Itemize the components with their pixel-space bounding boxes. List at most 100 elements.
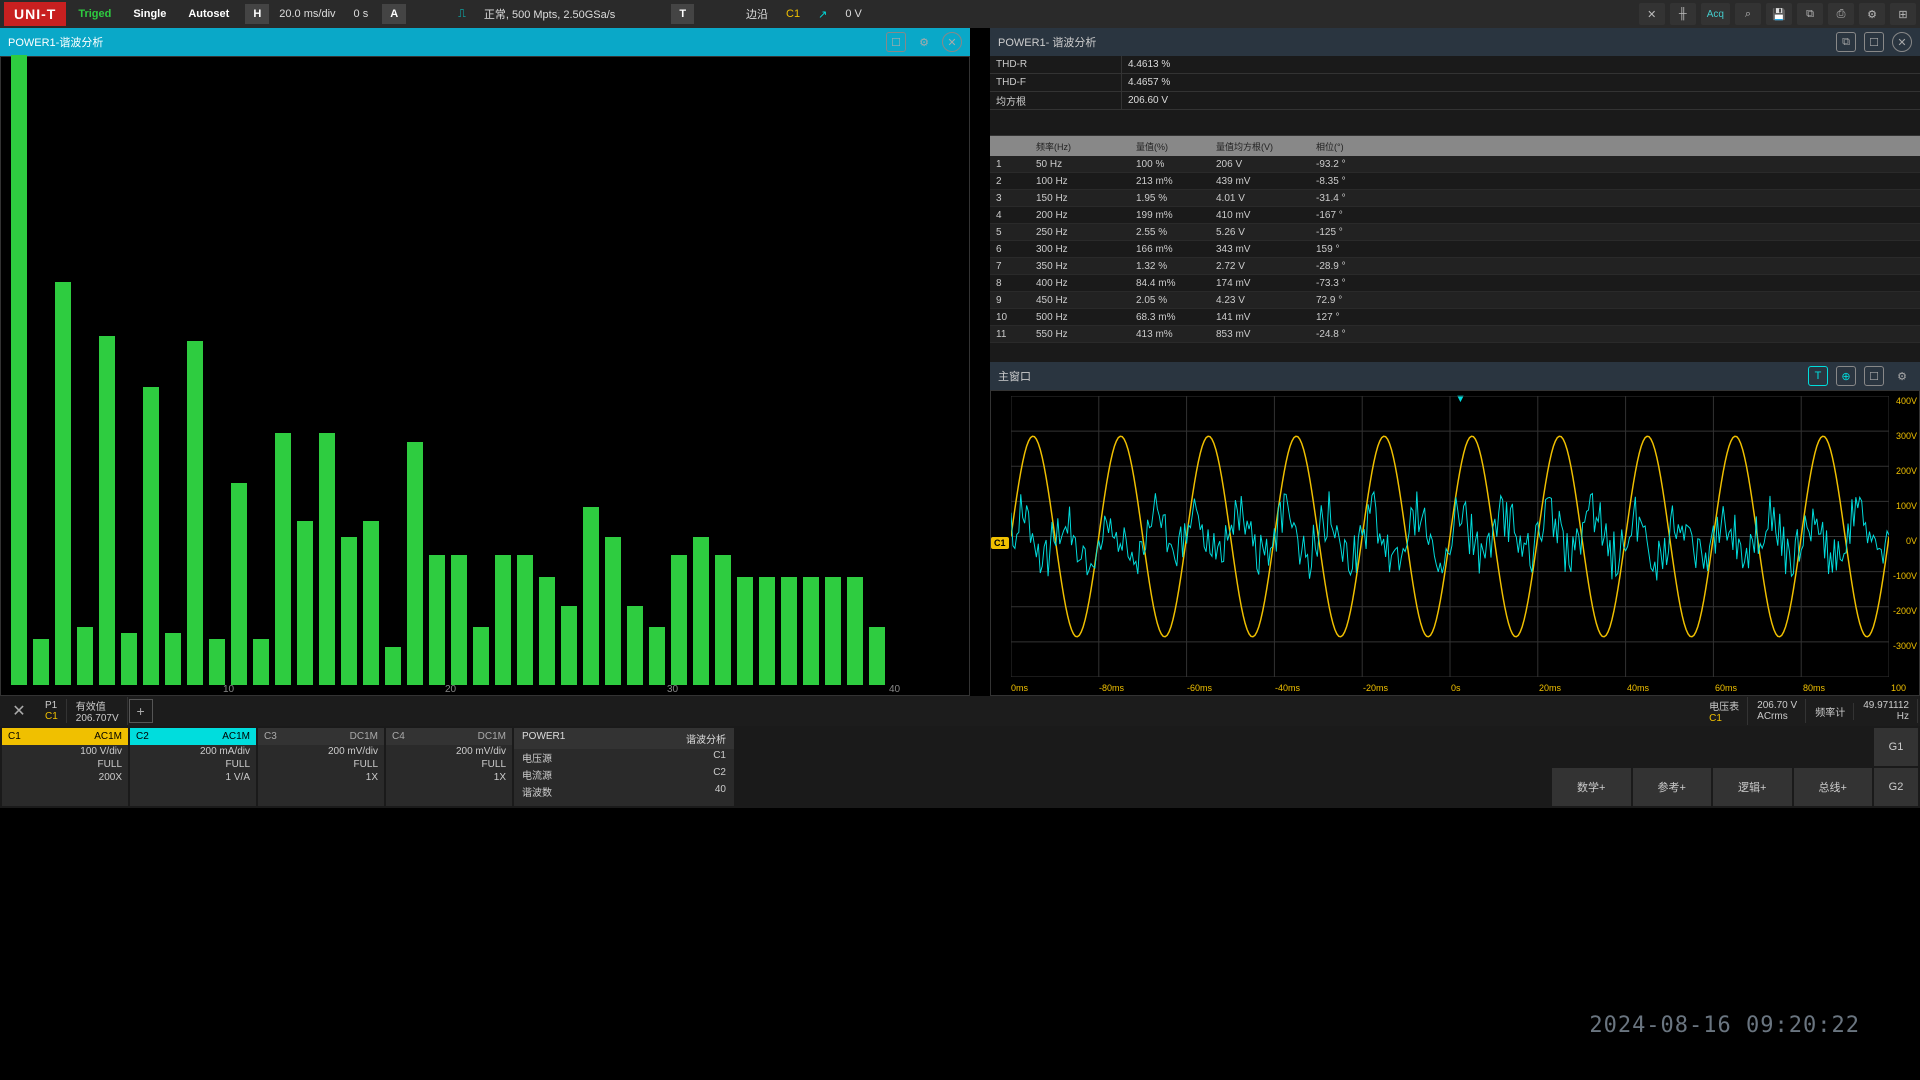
channel-c2[interactable]: C2AC1M 200 mA/div FULL 1 V/A [130, 728, 256, 806]
layout-icon[interactable]: ⊞ [1890, 3, 1916, 25]
measurement-rms[interactable]: 有效值 206.707V [68, 697, 128, 725]
harmonic-table[interactable]: 频率(Hz) 量值(%) 量值均方根(V) 相位(°) 150 Hz100 %2… [990, 136, 1920, 362]
zoom-in-icon[interactable]: ⊕ [1836, 366, 1856, 386]
g2-button[interactable]: G2 [1874, 768, 1918, 806]
table-row[interactable]: 2100 Hz213 m%439 mV-8.35 ° [990, 173, 1920, 190]
acq-button[interactable]: Acq [1701, 3, 1730, 25]
logic-button[interactable]: 逻辑+ [1713, 768, 1792, 806]
measure-icon[interactable]: ╫ [1670, 3, 1696, 25]
harmonic-bar [473, 627, 489, 685]
popout-icon[interactable]: ⧉ [1836, 32, 1856, 52]
waveform-header: 主窗口 T ⊕ ☐ ⚙ [990, 362, 1920, 390]
trigger-channel[interactable]: C1 [778, 4, 808, 24]
screenshot-icon[interactable]: ⧉ [1797, 3, 1823, 25]
channel-marker-c1[interactable]: C1 [991, 537, 1009, 549]
harmonic-bar [407, 442, 423, 685]
single-button[interactable]: Single [123, 4, 176, 24]
x-axis-tick: 80ms [1803, 683, 1825, 693]
table-row[interactable]: 6300 Hz166 m%343 mV159 ° [990, 241, 1920, 258]
x-axis-tick: -60ms [1187, 683, 1212, 693]
ref-button[interactable]: 参考+ [1633, 768, 1712, 806]
timebase-value[interactable]: 20.0 ms/div [271, 4, 343, 24]
triged-button[interactable]: Triged [68, 4, 121, 24]
harmonic-bar [99, 336, 115, 686]
trigger-indicator[interactable]: T [671, 4, 694, 24]
waveform-display[interactable]: C1 ▼ 400V300V200V100V0V-100V-200V-300V 0… [990, 390, 1920, 696]
channel-c3[interactable]: C3DC1M 200 mV/div FULL 1X [258, 728, 384, 806]
acquisition-mode[interactable]: 正常, 500 Mpts, 2.50GSa/s [476, 2, 623, 26]
table-row[interactable]: 7350 Hz1.32 %2.72 V-28.9 ° [990, 258, 1920, 275]
measurement-p1[interactable]: P1 C1 [37, 699, 67, 723]
table-panel-header: POWER1- 谐波分析 ⧉ ☐ ✕ [990, 28, 1920, 56]
summary-row: THD-R4.4613 % [990, 56, 1920, 74]
waveform-title: 主窗口 [998, 364, 1800, 388]
voltmeter-readout[interactable]: 电压表 C1 [1701, 697, 1748, 725]
table-row[interactable]: 4200 Hz199 m%410 mV-167 ° [990, 207, 1920, 224]
harmonic-bar-chart[interactable]: 10 20 30 40 [0, 56, 970, 696]
harmonic-bar [517, 555, 533, 685]
x-axis-tick: 0ms [1011, 683, 1028, 693]
cursor-icon[interactable]: ✕ [1639, 3, 1665, 25]
settings-icon[interactable]: ⚙ [1859, 3, 1885, 25]
table-row[interactable]: 11550 Hz413 m%853 mV-24.8 ° [990, 326, 1920, 343]
x-tick: 20 [445, 684, 456, 695]
measure-tools-icon[interactable]: ✕ [2, 697, 36, 725]
bus-button[interactable]: 总线+ [1794, 768, 1873, 806]
voltmeter-value: 206.70 V ACrms [1749, 699, 1806, 723]
search-icon[interactable]: ⌕ [1735, 3, 1761, 25]
checkbox-icon[interactable]: ☐ [1864, 366, 1884, 386]
channel-bar: C1AC1M 100 V/div FULL 200X C2AC1M 200 mA… [0, 726, 1920, 808]
x-tick: 30 [667, 684, 678, 695]
g1-button[interactable]: G1 [1874, 728, 1918, 766]
y-axis-tick: 100V [1896, 501, 1917, 511]
harmonic-bar [803, 577, 819, 685]
trigger-edge-label[interactable]: 边沿 [738, 2, 776, 26]
harmonic-bar [121, 633, 137, 686]
print-icon[interactable]: ⎙ [1828, 3, 1854, 25]
add-measurement-button[interactable]: + [129, 699, 153, 723]
table-row[interactable]: 10500 Hz68.3 m%141 mV127 ° [990, 309, 1920, 326]
checkbox-icon[interactable]: ☐ [886, 32, 906, 52]
delay-value[interactable]: 0 s [346, 4, 377, 24]
x-axis-tick: 60ms [1715, 683, 1737, 693]
close-icon[interactable]: ✕ [1892, 32, 1912, 52]
table-row[interactable]: 9450 Hz2.05 %4.23 V72.9 ° [990, 292, 1920, 309]
close-icon[interactable]: ✕ [942, 32, 962, 52]
autoset-button[interactable]: Autoset [178, 4, 239, 24]
trigger-slope-icon[interactable]: ↗ [810, 4, 835, 25]
table-row[interactable]: 8400 Hz84.4 m%174 mV-73.3 ° [990, 275, 1920, 292]
channel-c1[interactable]: C1AC1M 100 V/div FULL 200X [2, 728, 128, 806]
table-panel-title: POWER1- 谐波分析 [998, 30, 1828, 54]
datetime-display: 2024-08-16 09:20:22 [1589, 1013, 1860, 1038]
harmonic-bar [561, 606, 577, 685]
harmonic-bar [33, 639, 49, 685]
power-config-row: 电流源C2 [514, 766, 734, 783]
summary-row: THD-F4.4657 % [990, 74, 1920, 92]
harmonic-bar [341, 537, 357, 685]
gear-icon[interactable]: ⚙ [914, 32, 934, 52]
harmonic-bar [495, 555, 511, 685]
math-button[interactable]: 数学+ [1552, 768, 1631, 806]
table-row[interactable]: 5250 Hz2.55 %5.26 V-125 ° [990, 224, 1920, 241]
x-axis-tick: 20ms [1539, 683, 1561, 693]
harmonic-bar [781, 577, 797, 685]
y-axis-tick: -100V [1893, 571, 1917, 581]
save-icon[interactable]: 💾 [1766, 3, 1792, 25]
power-analysis-box[interactable]: POWER1谐波分析 电压源C1电流源C2谐波数40 [514, 728, 734, 806]
harmonic-bar [55, 282, 71, 685]
table-row[interactable]: 150 Hz100 %206 V-93.2 ° [990, 156, 1920, 173]
text-cursor-icon[interactable]: T [1808, 366, 1828, 386]
freqmeter-value: 49.971112 Hz [1855, 699, 1918, 723]
channel-c4[interactable]: C4DC1M 200 mV/div FULL 1X [386, 728, 512, 806]
checkbox-icon[interactable]: ☐ [1864, 32, 1884, 52]
table-row[interactable]: 3150 Hz1.95 %4.01 V-31.4 ° [990, 190, 1920, 207]
trigger-level[interactable]: 0 V [837, 4, 870, 24]
gear-icon[interactable]: ⚙ [1892, 366, 1912, 386]
horizontal-indicator[interactable]: H [245, 4, 269, 24]
bar-chart-header: POWER1-谐波分析 ☐ ⚙ ✕ [0, 28, 970, 56]
harmonic-bar [671, 555, 687, 685]
harmonic-bar [319, 433, 335, 685]
freqmeter-readout[interactable]: 频率计 [1807, 703, 1854, 720]
acquisition-indicator[interactable]: A [382, 4, 406, 24]
x-axis-tick: -20ms [1363, 683, 1388, 693]
